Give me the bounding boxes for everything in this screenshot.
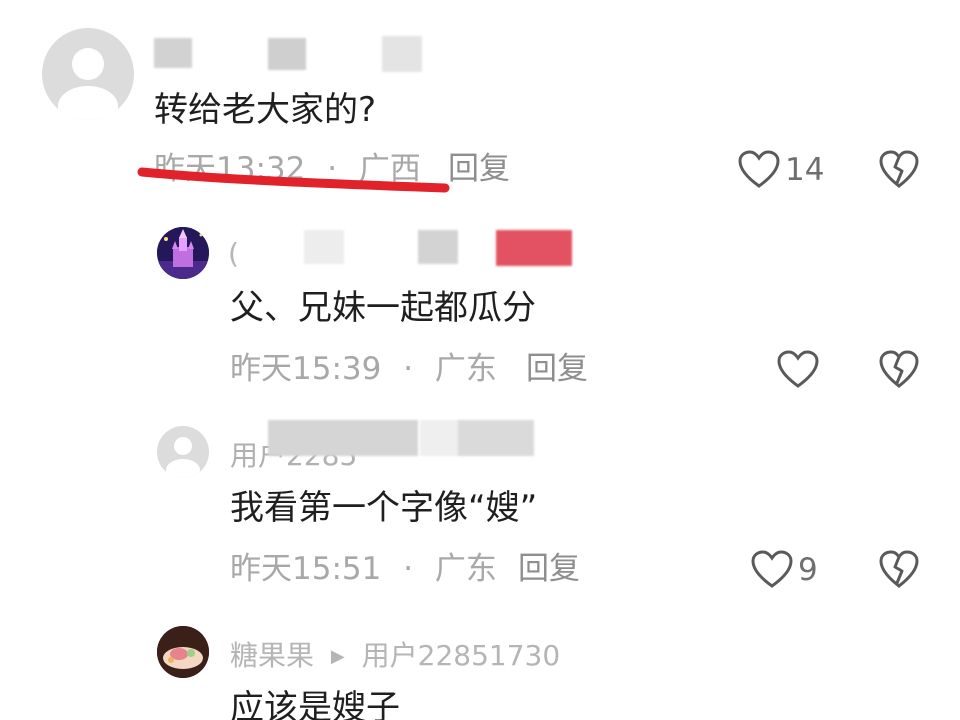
broken-heart-icon[interactable] (878, 350, 920, 390)
username-redacted (496, 230, 572, 266)
comment-location: 广东 (434, 351, 497, 387)
broken-heart-icon[interactable] (878, 150, 920, 190)
comment-section: 转给老大家的? 昨天13:32 · 广西 回复 14 ( 父、兄妹一起都瓜分 昨… (0, 0, 960, 720)
username-redacted (420, 420, 460, 456)
avatar[interactable] (157, 626, 209, 678)
broken-heart-icon[interactable] (878, 550, 920, 590)
comment-meta: 昨天15:39 · 广东 (230, 351, 497, 387)
comment-meta: 昨天15:51 · 广东 (230, 551, 497, 587)
comment-text: 我看第一个字像“嫂” (230, 488, 538, 528)
avatar[interactable] (157, 426, 209, 478)
comment-text: 应该是嫂子 (230, 688, 400, 720)
meta-separator: · (403, 351, 414, 387)
username-redacted (458, 420, 534, 456)
reply-button[interactable]: 回复 (526, 351, 588, 387)
meta-separator: · (403, 551, 414, 587)
username-redacted (154, 38, 192, 68)
comment-location: 广东 (434, 551, 497, 587)
heart-outline-icon[interactable] (737, 150, 781, 190)
username-redacted (382, 36, 422, 72)
username-redacted (268, 420, 418, 456)
dessert-avatar-image (157, 626, 209, 678)
username: 糖果果 ▶ 用户22851730 (230, 640, 560, 676)
avatar[interactable] (42, 28, 134, 120)
username-redacted (418, 230, 458, 264)
comment-text: 转给老大家的? (154, 90, 377, 130)
username-redacted (268, 38, 306, 70)
username-text[interactable]: 糖果果 (230, 639, 314, 672)
reply-button[interactable]: 回复 (448, 151, 510, 187)
reply-to-username[interactable]: 用户22851730 (362, 639, 561, 672)
comment-time: 昨天15:51 (230, 551, 382, 587)
heart-outline-icon[interactable] (776, 350, 820, 390)
castle-avatar-image (157, 227, 209, 279)
avatar[interactable] (157, 227, 209, 279)
reply-button[interactable]: 回复 (518, 551, 580, 587)
comment-time: 昨天15:39 (230, 351, 382, 387)
heart-outline-icon[interactable] (750, 550, 794, 590)
username-redacted (304, 230, 344, 264)
like-count: 9 (798, 552, 818, 588)
like-count: 14 (785, 152, 825, 188)
red-underline-annotation (137, 167, 450, 193)
username-redacted: ( (228, 237, 239, 270)
comment-text: 父、兄妹一起都瓜分 (230, 288, 536, 328)
play-arrow-icon: ▶ (330, 646, 345, 667)
